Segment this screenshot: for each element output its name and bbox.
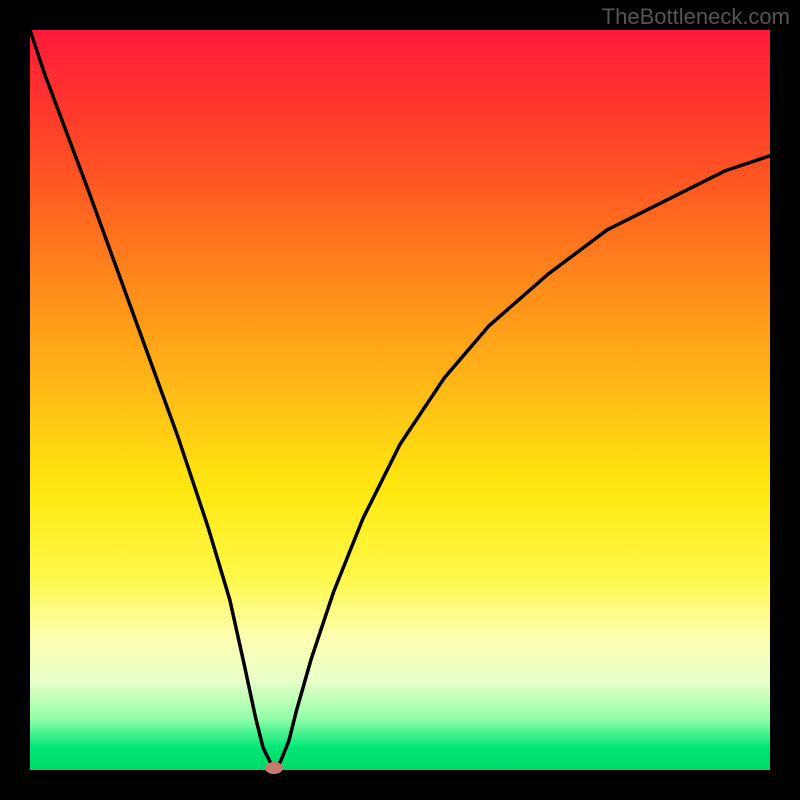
chart-plot-area <box>30 30 770 770</box>
optimal-point-marker <box>265 762 283 774</box>
watermark-text: TheBottleneck.com <box>602 4 790 30</box>
bottleneck-curve <box>30 30 770 770</box>
